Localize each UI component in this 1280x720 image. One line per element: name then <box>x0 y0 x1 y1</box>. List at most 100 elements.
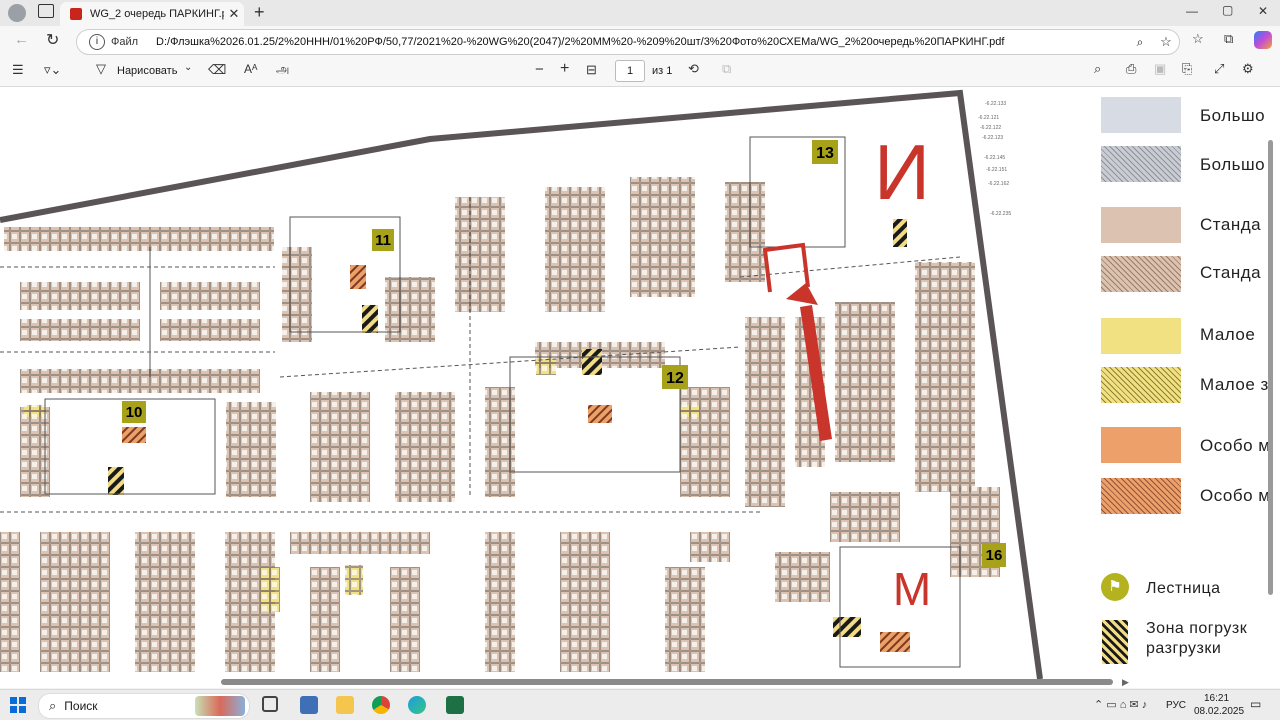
scroll-right-arrow[interactable]: ▶ <box>1122 677 1129 688</box>
favorites-icon[interactable]: ☆ <box>1192 31 1204 47</box>
edge-icon[interactable] <box>408 696 426 714</box>
close-window-button[interactable]: ✕ <box>1258 4 1268 18</box>
page-total: из 1 <box>652 65 673 77</box>
language-indicator[interactable]: РУС <box>1166 700 1186 711</box>
legend-label: Малое <box>1200 325 1256 344</box>
rotate-icon[interactable]: ⟲ <box>688 61 699 77</box>
zoom-icon[interactable]: ⌕ <box>1127 35 1153 50</box>
clock-date[interactable]: 08.02.2025 <box>1194 706 1244 717</box>
file-explorer-icon[interactable] <box>336 696 354 714</box>
eraser-icon[interactable]: ⌫ <box>208 62 226 78</box>
excel-icon[interactable] <box>446 696 464 714</box>
section-label-12: 12 <box>666 370 684 387</box>
draw-button[interactable]: Нарисовать <box>117 65 177 77</box>
legend-label: Большо <box>1200 155 1266 174</box>
zone-letter-m: М <box>893 563 931 615</box>
restore-button[interactable]: ▢ <box>1222 3 1233 17</box>
level-mark: -6.22.162 <box>988 181 1009 187</box>
tab-pdf[interactable]: WG_2 очередь ПАРКИНГ.pdf ✕ <box>60 2 244 26</box>
task-view-icon[interactable] <box>262 696 278 712</box>
favorite-star-icon[interactable]: ☆ <box>1153 34 1179 50</box>
stairs-icon: ⚑ <box>1101 573 1129 601</box>
search-icon[interactable]: ⌕ <box>1094 61 1101 77</box>
section-label-11: 11 <box>375 232 391 249</box>
legend-swatch <box>1101 256 1181 292</box>
zone-letter-i: И <box>874 128 930 216</box>
legend-swatch <box>1101 207 1181 243</box>
legend-swatch <box>1101 427 1181 463</box>
loading-zone-mark <box>833 617 861 637</box>
level-mark: -6.22.123 <box>982 135 1003 141</box>
legend-swatch <box>1101 97 1181 133</box>
legend-swatch <box>1101 367 1181 403</box>
fit-page-icon[interactable]: ⊟ <box>586 62 597 78</box>
back-icon[interactable]: ← <box>14 31 29 48</box>
loading-zone-mark <box>108 467 124 495</box>
calculator-icon[interactable] <box>300 696 318 714</box>
copilot-icon[interactable] <box>1254 31 1272 49</box>
legend-label: Большо <box>1200 106 1266 125</box>
contents-icon[interactable]: ☰ <box>12 62 24 78</box>
start-windows-icon[interactable] <box>10 697 26 713</box>
minimize-button[interactable]: — <box>1186 4 1198 18</box>
print-icon[interactable]: ⎙ <box>1126 61 1136 77</box>
section-label-13: 13 <box>816 145 834 162</box>
clock-time[interactable]: 16:21 <box>1204 693 1229 704</box>
zoom-in-button[interactable]: + <box>560 60 569 78</box>
pdf-page[interactable]: 10 11 12 13 16 И М -6.22.133 -6.22.121 -… <box>0 87 1280 679</box>
pdf-toolbar: ☰ ▿⌄ ▽ Нарисовать ⌄ ⌫ Aᴬ அ − + ⊟ 1 из 1 … <box>0 56 1280 87</box>
taskbar-search[interactable]: ⌕ Поиск <box>38 693 250 719</box>
vertical-scrollbar[interactable] <box>1268 140 1273 595</box>
loading-zone-label: Зона погрузк <box>1146 620 1248 637</box>
new-tab-button[interactable]: + <box>254 2 265 23</box>
info-icon[interactable]: i <box>89 34 105 50</box>
settings-gear-icon[interactable]: ⚙ <box>1242 61 1254 77</box>
level-mark: -6.22.145 <box>984 155 1005 161</box>
legend-label: Станда <box>1200 215 1262 234</box>
page-number-input[interactable]: 1 <box>615 60 645 82</box>
level-mark: -6.22.151 <box>986 167 1007 173</box>
tab-actions-icon[interactable] <box>38 4 54 18</box>
url-text[interactable]: D:/Флэшка%2026.01.25/2%20ННН/01%20РФ/50,… <box>156 36 1127 48</box>
level-mark: -6.22.235 <box>990 211 1011 217</box>
highlighted-space <box>762 242 810 293</box>
close-tab-icon[interactable]: ✕ <box>224 6 244 22</box>
loading-zone-label: разгрузки <box>1146 640 1222 657</box>
two-page-icon[interactable]: ⧉ <box>722 61 731 77</box>
collections-icon[interactable]: ⧉ <box>1224 31 1233 47</box>
profile-avatar[interactable] <box>8 4 26 22</box>
tab-title: WG_2 очередь ПАРКИНГ.pdf <box>90 8 224 20</box>
legend-label: Станда <box>1200 263 1262 282</box>
stairs-label: Лестница <box>1146 580 1221 597</box>
legend-label: Малое з <box>1200 375 1269 394</box>
loading-zone-mark <box>582 349 602 375</box>
refresh-icon[interactable]: ↻ <box>46 30 59 50</box>
section-label-10: 10 <box>126 404 143 421</box>
highlight-icon[interactable]: ▿⌄ <box>44 62 61 78</box>
parking-plan: 10 11 12 13 16 И М -6.22.133 -6.22.121 -… <box>0 89 1043 679</box>
draw-icon[interactable]: ▽ <box>96 61 106 77</box>
section-label-16: 16 <box>986 547 1003 564</box>
read-aloud-icon[interactable]: அ <box>276 62 289 78</box>
loading-zone-mark <box>893 219 907 247</box>
chrome-icon[interactable] <box>372 696 390 714</box>
legend-swatch <box>1101 478 1181 514</box>
legend-label: Особо м <box>1200 436 1271 455</box>
chevron-down-icon[interactable]: ⌄ <box>184 62 192 73</box>
notifications-icon[interactable]: ▭ <box>1250 697 1261 711</box>
file-label: Файл <box>111 36 139 48</box>
fullscreen-icon[interactable]: ⤢ <box>1214 61 1224 77</box>
legend-swatch <box>1101 318 1181 354</box>
save-icon[interactable]: ▣ <box>1154 61 1166 77</box>
system-tray-icons[interactable]: ⌃ ▭ ⌂ ✉ ♪ <box>1094 698 1147 711</box>
pdf-file-icon <box>70 8 82 20</box>
save-as-icon[interactable]: ⎘ <box>1182 61 1192 77</box>
address-bar[interactable]: i Файл D:/Флэшка%2026.01.25/2%20ННН/01%2… <box>76 29 1180 55</box>
horizontal-scrollbar[interactable] <box>221 679 1113 685</box>
legend-swatch <box>1101 146 1181 182</box>
level-mark: -6.22.133 <box>985 101 1006 107</box>
loading-zone-icon <box>1102 620 1128 664</box>
text-icon[interactable]: Aᴬ <box>244 62 257 76</box>
legend-label: Особо м <box>1200 486 1271 505</box>
zoom-out-button[interactable]: − <box>535 61 544 78</box>
